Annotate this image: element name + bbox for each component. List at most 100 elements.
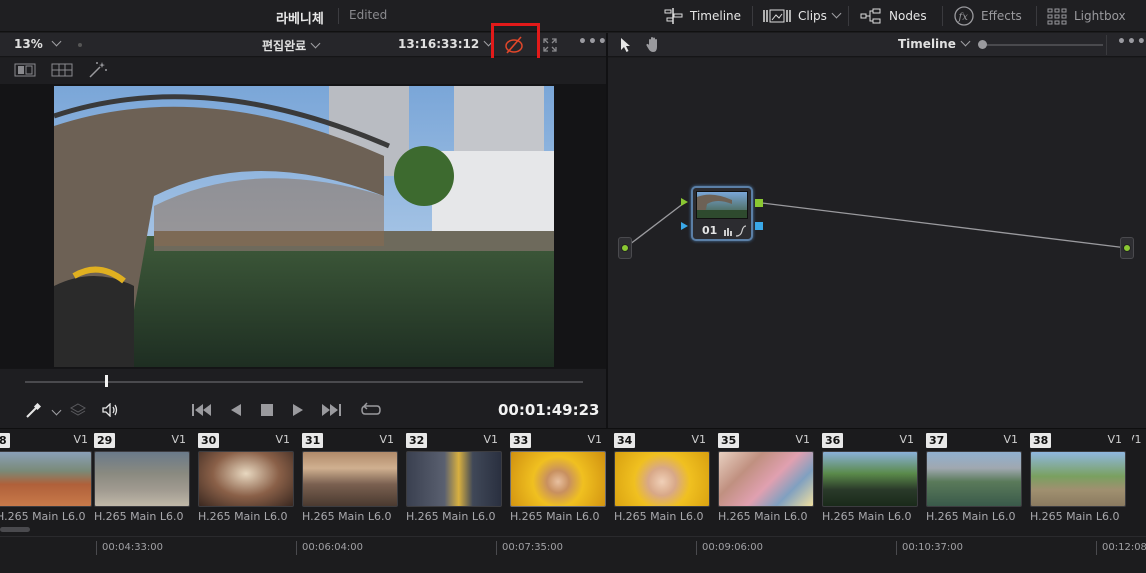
clip-32[interactable]: 32 V1 H.265 Main L6.0 bbox=[404, 429, 508, 529]
clip-33[interactable]: 33 V1 H.265 Main L6.0 bbox=[508, 429, 612, 529]
timeline-ruler[interactable]: 00:04:33:00 00:06:04:00 00:07:35:00 00:0… bbox=[0, 536, 1146, 573]
clip-track: V1 bbox=[171, 433, 186, 446]
clip-track: V1 bbox=[899, 433, 914, 446]
clip-thumbnail bbox=[822, 451, 918, 507]
stop-icon[interactable] bbox=[261, 404, 273, 416]
chevron-down-icon bbox=[51, 36, 62, 47]
timeline-icon bbox=[664, 8, 683, 24]
pointer-icon[interactable] bbox=[620, 37, 632, 53]
clip-number: 38 bbox=[1030, 433, 1052, 448]
node-thumbnail bbox=[696, 191, 748, 219]
zoom-select[interactable]: 13% bbox=[14, 36, 62, 51]
svg-text:fx: fx bbox=[958, 12, 969, 23]
zoom-slider-knob[interactable] bbox=[978, 40, 987, 49]
viewer-panel bbox=[0, 84, 607, 368]
clip-31[interactable]: 31 V1 H.265 Main L6.0 bbox=[300, 429, 404, 529]
clips-button-label: Clips bbox=[798, 9, 827, 23]
transport-bar: 00:01:49:23 bbox=[0, 368, 607, 428]
hand-icon[interactable] bbox=[645, 36, 663, 54]
curves-icon bbox=[735, 225, 747, 237]
clip-8[interactable]: 8 V1 H.265 Main L6.0 bbox=[0, 429, 98, 529]
fullscreen-icon[interactable] bbox=[543, 38, 557, 52]
zoom-value: 13% bbox=[14, 37, 43, 51]
timeline-name: 편집완료 bbox=[262, 39, 307, 53]
clip-34[interactable]: 34 V1 H.265 Main L6.0 bbox=[612, 429, 716, 529]
ruler-tick bbox=[896, 541, 897, 555]
clip-codec: H.265 Main L6.0 bbox=[822, 510, 912, 523]
lightbox-button-label: Lightbox bbox=[1074, 9, 1126, 23]
clip-codec: H.265 Main L6.0 bbox=[510, 510, 600, 523]
skip-to-start-icon[interactable] bbox=[192, 404, 212, 416]
play-reverse-icon[interactable] bbox=[231, 404, 241, 416]
clip-35[interactable]: 35 V1 H.265 Main L6.0 bbox=[716, 429, 820, 529]
lightbox-icon bbox=[1047, 8, 1067, 25]
node-graph[interactable]: 01 bbox=[608, 58, 1146, 428]
clip-number: 36 bbox=[822, 433, 844, 448]
timeline-select[interactable]: 편집완료 bbox=[262, 37, 321, 54]
clip-codec: H.265 Main L6.0 bbox=[926, 510, 1016, 523]
rgb-input-port-icon[interactable] bbox=[681, 198, 688, 206]
clip-29[interactable]: 29 V1 H.265 Main L6.0 bbox=[92, 429, 196, 529]
source-timecode-select[interactable]: 13:16:33:12 bbox=[398, 36, 494, 51]
scrubber-track[interactable] bbox=[25, 381, 583, 383]
ruler-label: 00:04:33:00 bbox=[102, 542, 164, 553]
chevron-down-icon[interactable] bbox=[51, 405, 62, 416]
clip-thumbnail bbox=[1030, 451, 1126, 507]
clip-thumbnail bbox=[718, 451, 814, 507]
nodes-button-label: Nodes bbox=[889, 9, 927, 23]
node-mode-label: Timeline bbox=[898, 37, 956, 51]
clip-thumbnail bbox=[0, 451, 92, 507]
single-viewer-icon[interactable] bbox=[14, 63, 36, 77]
clip-thumbnail bbox=[302, 451, 398, 507]
layers-icon[interactable] bbox=[70, 403, 86, 417]
clip-partial[interactable]: V1 bbox=[1132, 429, 1146, 529]
clip-number: 30 bbox=[198, 433, 220, 448]
clip-36[interactable]: 36 V1 H.265 Main L6.0 bbox=[820, 429, 924, 529]
viewer-options-icon[interactable]: ••• bbox=[578, 34, 608, 50]
node-options-icon[interactable]: ••• bbox=[1117, 34, 1146, 50]
clip-codec: H.265 Main L6.0 bbox=[406, 510, 496, 523]
clip-codec: H.265 Main L6.0 bbox=[614, 510, 704, 523]
divider bbox=[338, 8, 339, 24]
playhead[interactable] bbox=[105, 375, 108, 387]
split-screen-icon[interactable] bbox=[51, 63, 73, 77]
play-icon[interactable] bbox=[293, 404, 303, 416]
corrector-node-01[interactable]: 01 bbox=[691, 186, 753, 241]
key-input-port-icon[interactable] bbox=[681, 222, 688, 230]
nodes-button[interactable]: Nodes bbox=[859, 4, 927, 28]
clip-track: V1 bbox=[795, 433, 810, 446]
divider bbox=[942, 6, 943, 26]
speaker-icon[interactable] bbox=[102, 403, 120, 417]
clip-track: V1 bbox=[73, 433, 88, 446]
green-dot bbox=[621, 244, 629, 252]
clip-number: 35 bbox=[718, 433, 740, 448]
output-node[interactable] bbox=[1120, 237, 1134, 259]
node-mode-select[interactable]: Timeline bbox=[898, 36, 971, 51]
clip-number: 32 bbox=[406, 433, 428, 448]
clip-30[interactable]: 30 V1 H.265 Main L6.0 bbox=[196, 429, 300, 529]
ruler-tick bbox=[696, 541, 697, 555]
magic-wand-icon[interactable] bbox=[88, 61, 108, 79]
skip-to-end-icon[interactable] bbox=[321, 404, 341, 416]
clips-scrollbar[interactable] bbox=[0, 527, 30, 532]
dot-indicator bbox=[78, 43, 82, 47]
clip-codec: H.265 Main L6.0 bbox=[0, 510, 86, 523]
clip-number: 37 bbox=[926, 433, 948, 448]
clip-track: V1 bbox=[275, 433, 290, 446]
clip-37[interactable]: 37 V1 H.265 Main L6.0 bbox=[924, 429, 1028, 529]
zoom-slider-track[interactable] bbox=[983, 44, 1103, 46]
eyedropper-icon[interactable] bbox=[25, 403, 41, 419]
rgb-output-port[interactable] bbox=[755, 199, 763, 207]
loop-icon[interactable] bbox=[360, 402, 382, 418]
project-title: 라베니체 bbox=[276, 12, 324, 27]
clips-button[interactable]: Clips bbox=[762, 4, 842, 28]
clip-38[interactable]: 38 V1 H.265 Main L6.0 bbox=[1028, 429, 1132, 529]
source-input-node[interactable] bbox=[618, 237, 632, 259]
ruler-label: 00:09:06:00 bbox=[702, 542, 764, 553]
viewer-frame-image bbox=[54, 86, 554, 367]
effects-button[interactable]: fx Effects bbox=[953, 4, 1022, 28]
ruler-tick bbox=[296, 541, 297, 555]
lightbox-button[interactable]: Lightbox bbox=[1046, 4, 1126, 28]
timeline-button[interactable]: Timeline bbox=[662, 4, 741, 28]
key-output-port[interactable] bbox=[755, 222, 763, 230]
